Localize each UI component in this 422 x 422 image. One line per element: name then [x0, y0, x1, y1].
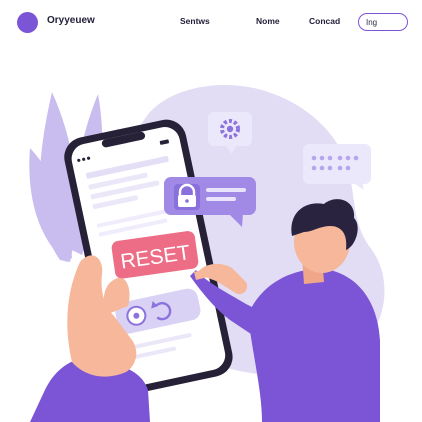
hero-illustration: RESET	[0, 44, 422, 422]
brand-name[interactable]: Oryyeuew	[47, 15, 95, 26]
top-navbar: Oryyeuew Sentws Nome Concad	[0, 0, 422, 44]
nav-link-2[interactable]: Nome	[256, 16, 280, 26]
chat-bubble	[303, 144, 371, 190]
search-input[interactable]	[358, 13, 408, 31]
password-reset-illustration: RESET	[29, 84, 385, 422]
nav-link-1[interactable]: Sentws	[180, 16, 210, 26]
logo-icon[interactable]	[17, 12, 38, 33]
nav-link-3[interactable]: Concad	[309, 16, 340, 26]
